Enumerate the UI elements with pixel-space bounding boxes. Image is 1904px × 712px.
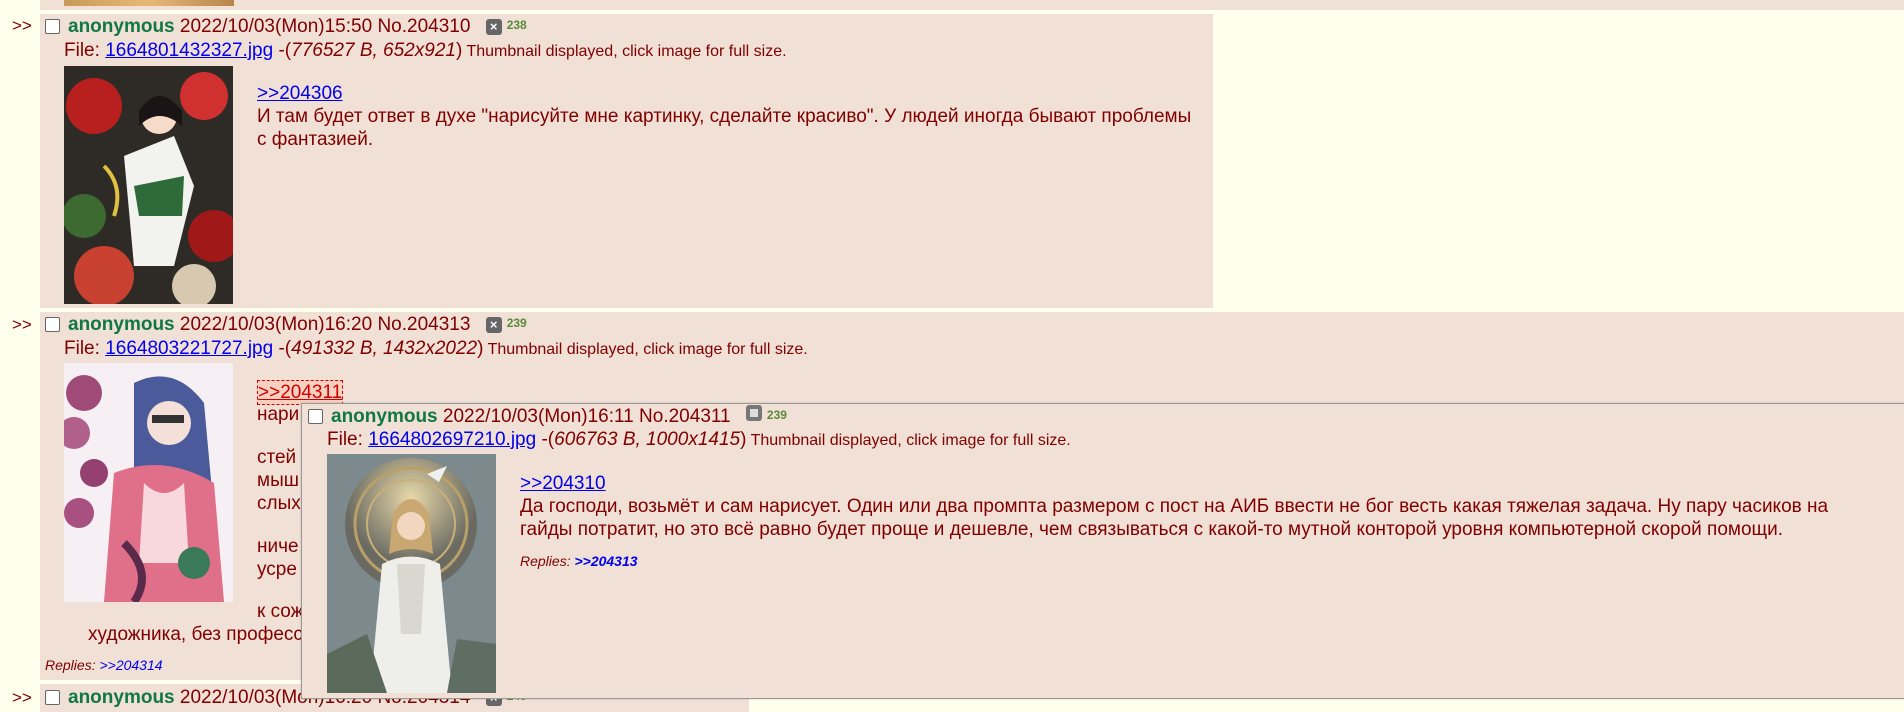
post-number[interactable]: No.204310 <box>377 16 470 37</box>
select-checkbox[interactable] <box>45 690 60 705</box>
quote-link[interactable]: >>204310 <box>520 473 606 494</box>
file-hint: Thumbnail displayed, click image for ful… <box>746 432 1071 449</box>
file-meta: 491332 B, 1432x2022 <box>291 338 478 359</box>
post-thumbnail[interactable] <box>64 363 233 602</box>
quote-link-highlighted[interactable]: >>204311 <box>257 380 344 405</box>
delete-icon[interactable]: × <box>485 317 502 333</box>
post-date: 2022/10/03(Mon)16:20 <box>179 314 373 335</box>
post-date: 2022/10/03(Mon)15:50 <box>179 16 373 37</box>
delete-icon[interactable] <box>745 405 762 421</box>
select-checkbox[interactable] <box>308 409 323 424</box>
file-meta-open: -( <box>273 40 292 61</box>
post-text-fragment: нари <box>257 404 300 425</box>
file-link[interactable]: 1664802697210.jpg <box>368 429 536 450</box>
post-thumbnail[interactable] <box>64 66 233 304</box>
previous-post-thumbnail[interactable] <box>64 0 234 6</box>
post-body: >>204306 И там будет ответ в духе "нарис… <box>257 82 1197 151</box>
file-meta-open: -( <box>536 429 555 450</box>
file-meta: 606763 B, 1000x1415 <box>554 429 741 450</box>
post-header: anonymous 2022/10/03(Mon)15:50 No.204310… <box>45 16 527 38</box>
file-hint: Thumbnail displayed, click image for ful… <box>462 43 787 60</box>
file-label: File: <box>327 429 369 450</box>
post-count: 239 <box>506 316 527 330</box>
post-count: 238 <box>506 18 527 32</box>
post-arrow: >> <box>12 16 32 35</box>
post-text-fragment: мыш <box>257 470 299 491</box>
file-hint: Thumbnail displayed, click image for ful… <box>483 341 808 358</box>
post-text-fragment: к сож <box>257 601 304 622</box>
post-text-fragment: усре <box>257 559 297 580</box>
file-label: File: <box>64 338 106 359</box>
previous-post-bottom <box>40 0 1904 10</box>
file-link[interactable]: 1664803221727.jpg <box>105 338 273 359</box>
poster-name: anonymous <box>331 406 438 427</box>
reply-link[interactable]: >>204313 <box>574 553 637 569</box>
select-checkbox[interactable] <box>45 19 60 34</box>
post-arrow: >> <box>12 315 32 334</box>
quote-link[interactable]: >>204306 <box>257 83 343 104</box>
post-number[interactable]: No.204311 <box>639 406 731 427</box>
post-header: anonymous 2022/10/03(Mon)16:20 No.204313… <box>45 314 527 336</box>
post-text-fragment: ниче <box>257 536 299 557</box>
popup-body: >>204310 Да господи, возьмёт и сам нарис… <box>520 472 1860 541</box>
post-arrow: >> <box>12 688 32 707</box>
post-text-fragment: слых <box>257 493 301 514</box>
post-text: И там будет ответ в духе "нарисуйте мне … <box>257 106 1192 150</box>
select-checkbox[interactable] <box>45 317 60 332</box>
popup-replies: Replies: >>204313 <box>520 553 638 569</box>
popup-header: anonymous 2022/10/03(Mon)16:11 No.204311… <box>308 405 787 428</box>
poster-name: anonymous <box>68 16 175 37</box>
post-text-fragment: стей <box>257 447 297 468</box>
file-link[interactable]: 1664801432327.jpg <box>105 40 273 61</box>
file-label: File: <box>64 40 106 61</box>
post-number[interactable]: No.204313 <box>377 314 470 335</box>
replies-label: Replies: <box>45 657 100 673</box>
file-meta-open: -( <box>273 338 292 359</box>
post-text-fragment: художника, без професс <box>88 624 303 645</box>
poster-name: anonymous <box>68 687 175 708</box>
popup-text: Да господи, возьмёт и сам нарисует. Один… <box>520 496 1829 540</box>
popup-thumbnail[interactable] <box>327 454 496 693</box>
post-replies: Replies: >>204314 <box>45 657 163 673</box>
file-meta: 776527 B, 652x921 <box>291 40 456 61</box>
file-info: File: 1664803221727.jpg -(491332 B, 1432… <box>64 338 808 360</box>
delete-icon[interactable]: × <box>485 19 502 35</box>
post-count: 239 <box>766 408 787 422</box>
post-date: 2022/10/03(Mon)16:11 <box>442 406 634 427</box>
poster-name: anonymous <box>68 314 175 335</box>
popup-file-info: File: 1664802697210.jpg -(606763 B, 1000… <box>327 429 1071 451</box>
reply-link[interactable]: >>204314 <box>99 657 162 673</box>
file-info: File: 1664801432327.jpg -(776527 B, 652x… <box>64 40 787 62</box>
replies-label: Replies: <box>520 553 575 569</box>
